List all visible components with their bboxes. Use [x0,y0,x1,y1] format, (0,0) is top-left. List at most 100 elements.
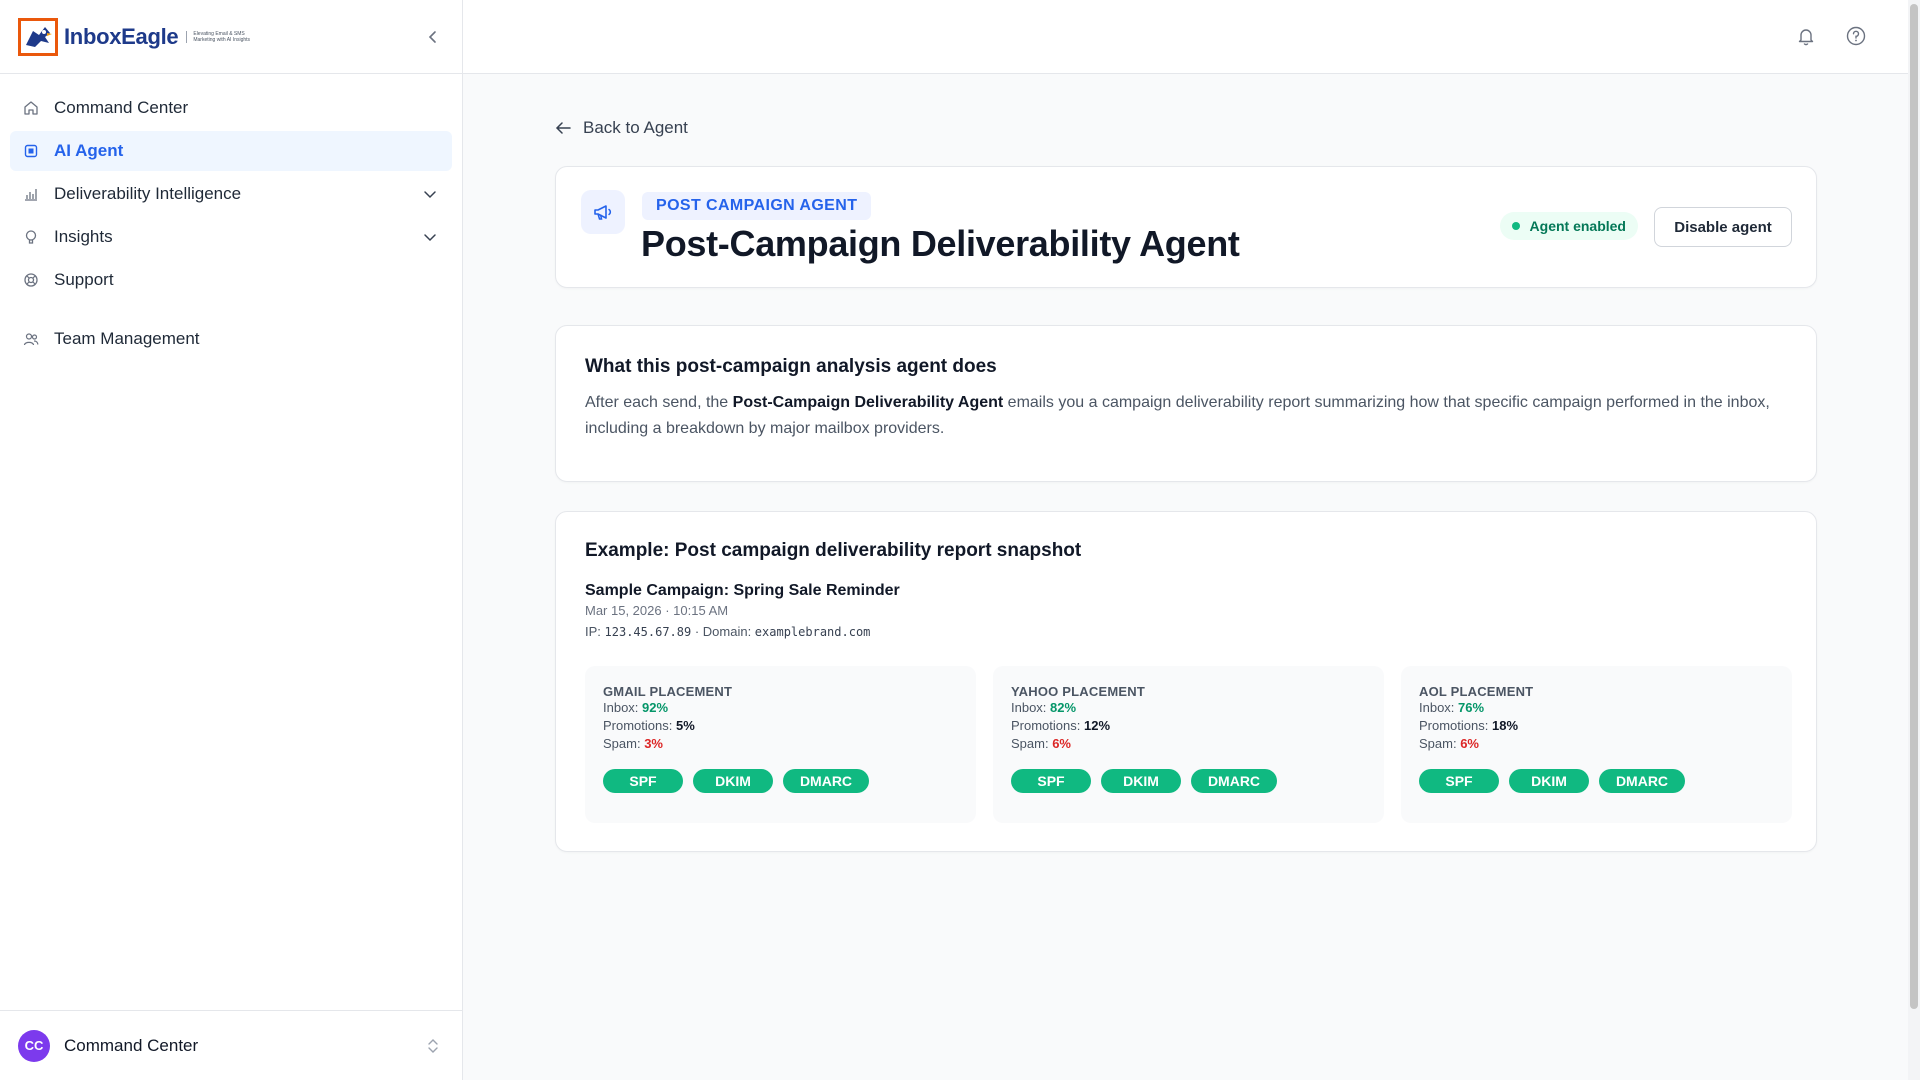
back-link-label: Back to Agent [583,118,688,137]
spam-rate: Spam: 6% [1011,735,1366,753]
sidebar-item-insights[interactable]: Insights [10,217,452,257]
scrollbar-thumb[interactable] [1910,4,1918,1009]
inbox-rate: Inbox: 82% [1011,699,1366,717]
domain-label: · Domain: [691,624,755,639]
spam-rate: Spam: 3% [603,735,958,753]
sidebar-item-team-management[interactable]: Team Management [10,319,452,359]
example-report-card: Example: Post campaign deliverability re… [555,511,1817,852]
promotions-label: Promotions: [603,718,676,733]
placement-grid: GMAIL PLACEMENT Inbox: 92% Promotions: 5… [585,666,1792,823]
help-button[interactable] [1844,24,1868,48]
collapse-sidebar-button[interactable] [422,26,444,48]
placement-title: GMAIL PLACEMENT [603,684,733,699]
sidebar-nav: Command Center AI Agent Deliverability I… [0,74,462,376]
promotions-label: Promotions: [1419,718,1492,733]
spam-label: Spam: [603,736,645,751]
spam-value: 3% [644,736,663,751]
dmarc-badge: DMARC [783,769,869,793]
main-content: Back to Agent POST CAMPAIGN AGENT Post-C… [555,74,1817,852]
dkim-badge: DKIM [1509,769,1589,793]
sidebar-item-label: Support [54,270,114,289]
promotions-value: 5% [675,718,695,733]
brand-tagline: Elevating Email & SMS Marketing with AI … [186,30,256,43]
promotions-value: 18% [1491,718,1519,733]
sidebar-item-ai-agent[interactable]: AI Agent [10,131,452,171]
workspace-label: Command Center [64,1035,199,1055]
sidebar-item-label: AI Agent [54,141,124,160]
users-icon [22,330,40,348]
inbox-label: Inbox: [1419,700,1459,715]
sidebar-item-deliverability-intelligence[interactable]: Deliverability Intelligence [10,174,452,214]
sidebar-item-label: Deliverability Intelligence [54,184,242,203]
spam-value: 6% [1052,736,1071,751]
lightbulb-icon [22,228,40,246]
description-agent-name: Post-Campaign Deliverability Agent [732,394,1004,411]
bar-chart-icon [22,185,40,203]
status-dot-icon [1511,222,1520,230]
sidebar-header: InboxEagle Elevating Email & SMS Marketi… [0,0,462,74]
status-badge: Agent enabled [1499,212,1638,240]
spf-badge: SPF [1419,769,1499,793]
auth-badges: SPF DKIM DMARC [1419,769,1774,793]
sidebar-item-label: Insights [54,227,113,246]
promotions-rate: Promotions: 12% [1011,717,1366,735]
spam-label: Spam: [1419,736,1461,751]
eagle-logo-icon [18,17,58,56]
auth-badges: SPF DKIM DMARC [603,769,958,793]
placement-card-gmail: GMAIL PLACEMENT Inbox: 92% Promotions: 5… [585,666,976,823]
chevron-down-icon [424,191,436,199]
chip-icon [22,142,40,160]
inbox-value: 76% [1458,700,1485,715]
sidebar-item-command-center[interactable]: Command Center [10,88,452,128]
chevron-down-icon [424,234,436,242]
inbox-label: Inbox: [1011,700,1051,715]
spam-rate: Spam: 6% [1419,735,1774,753]
workspace-switcher[interactable]: CC Command Center [0,1010,462,1080]
sidebar-item-label: Team Management [54,329,200,348]
notifications-button[interactable] [1794,24,1818,48]
campaign-date: Mar 15, 2026 · 10:15 AM [585,603,729,618]
placement-card-yahoo: YAHOO PLACEMENT Inbox: 82% Promotions: 1… [993,666,1384,823]
ip-label: IP: [585,624,605,639]
page-title: Post-Campaign Deliverability Agent [641,223,1240,264]
status-label: Agent enabled [1529,218,1626,234]
sidebar-item-support[interactable]: Support [10,260,452,300]
promotions-rate: Promotions: 18% [1419,717,1774,735]
brand-name: InboxEagle [64,23,179,49]
inbox-value: 92% [642,700,669,715]
dkim-badge: DKIM [1101,769,1181,793]
top-bar [463,0,1920,74]
example-title: Example: Post campaign deliverability re… [585,540,1082,561]
ip-value: 123.45.67.89 [604,625,692,639]
placement-card-aol: AOL PLACEMENT Inbox: 76% Promotions: 18%… [1401,666,1792,823]
description-text: After each send, the Post-Campaign Deliv… [585,390,1785,442]
home-icon [22,99,40,117]
spam-value: 6% [1460,736,1479,751]
domain-value: examplebrand.com [754,625,871,639]
placement-title: AOL PLACEMENT [1419,684,1534,699]
bell-icon [1798,29,1814,46]
inbox-value: 82% [1050,700,1077,715]
dmarc-badge: DMARC [1191,769,1277,793]
inbox-label: Inbox: [603,700,643,715]
placement-title: YAHOO PLACEMENT [1011,684,1145,699]
chevron-left-icon [428,31,436,43]
lifebuoy-icon [22,271,40,289]
megaphone-icon [581,190,625,234]
agent-header-card: POST CAMPAIGN AGENT Post-Campaign Delive… [555,166,1817,288]
back-to-agent-link[interactable]: Back to Agent [555,118,688,138]
description-text-part: After each send, the [585,394,733,411]
description-title: What this post-campaign analysis agent d… [585,356,997,377]
disable-agent-button[interactable]: Disable agent [1654,207,1792,247]
sidebar-item-label: Command Center [54,98,189,117]
promotions-rate: Promotions: 5% [603,717,958,735]
page-scrollbar[interactable] [1908,0,1920,1080]
avatar: CC [18,1029,50,1062]
dmarc-badge: DMARC [1599,769,1685,793]
arrow-left-icon [555,119,573,137]
spf-badge: SPF [603,769,683,793]
campaign-name: Sample Campaign: Spring Sale Reminder [585,582,900,599]
campaign-meta: IP: 123.45.67.89 · Domain: examplebrand.… [585,624,1787,639]
chevron-up-down-icon [428,1039,438,1053]
